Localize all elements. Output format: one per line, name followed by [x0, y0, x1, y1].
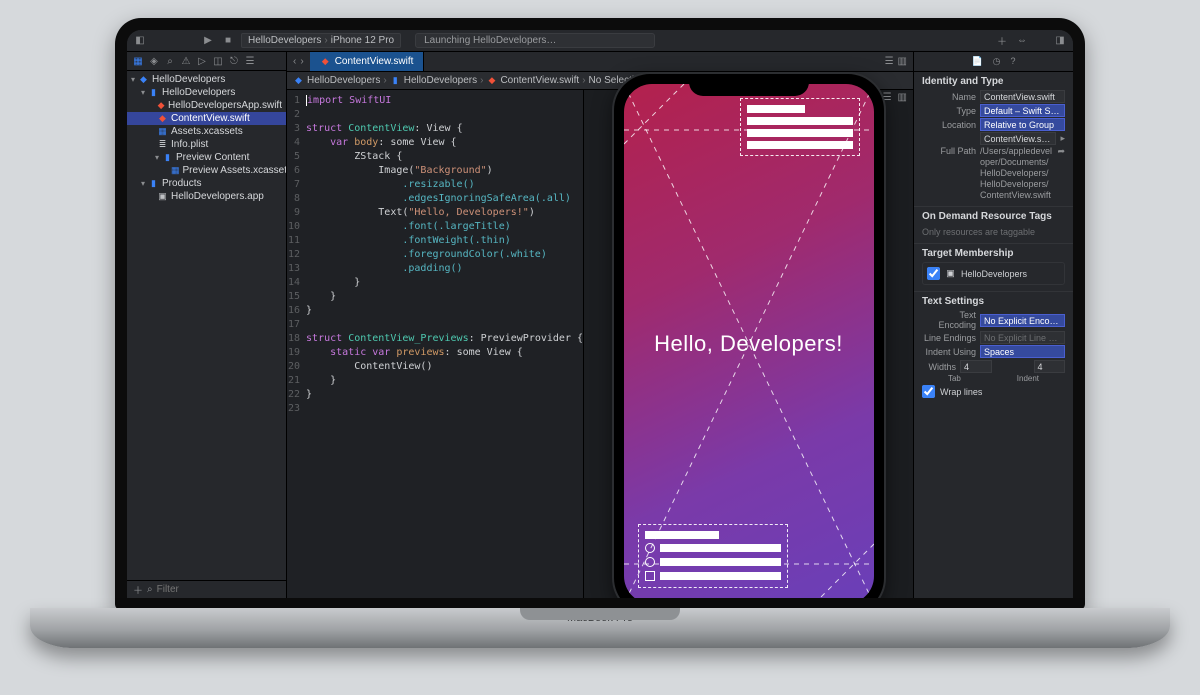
full-path: /Users/appledeveloper/Documents/HelloDev… [980, 146, 1053, 201]
folder-icon: ▮ [148, 178, 159, 189]
tree-file-plist[interactable]: ≣ Info.plist [127, 138, 286, 151]
navigator: ▦ ◈ ⌕ ⚠ ▷ ◫ ⎋ ☰ ▾◆ HelloDevelopers [127, 52, 287, 598]
tree-file-assets[interactable]: ▦ Assets.xcassets [127, 125, 286, 138]
tree-file-product[interactable]: ▣ HelloDevelopers.app [127, 190, 286, 203]
issue-tab-icon[interactable]: ▷ [196, 55, 208, 67]
folder-icon: ▮ [148, 87, 159, 98]
debug-tab-icon[interactable]: ◫ [212, 55, 224, 67]
folder-icon: ▮ [162, 152, 173, 163]
nav-fwd-icon[interactable]: › [300, 56, 303, 67]
folder-icon: ▮ [390, 75, 401, 86]
reveal-in-finder-icon[interactable]: ➦ [1057, 146, 1065, 157]
navigator-footer: ＋ ⌕ ◷ ▣ [127, 580, 286, 598]
editor-tab-bar: ‹ › ◆ ContentView.swift ☰ ▥ [287, 52, 913, 72]
indent-width-field[interactable]: 4 [1034, 360, 1066, 373]
swift-file-icon: ◆ [157, 113, 168, 124]
swift-file-icon: ◆ [320, 56, 331, 67]
scheme-device: iPhone 12 Pro [331, 35, 394, 46]
assets-icon: ▦ [171, 165, 180, 176]
toolbar: ◧ ▶ ■ HelloDevelopers › iPhone 12 Pro La… [127, 30, 1073, 52]
location-file: ContentView.swift [980, 132, 1056, 145]
sidebar-toggle-right-icon[interactable]: ◨ [1053, 34, 1067, 48]
canvas-options-icon[interactable]: ☰ [883, 92, 892, 103]
stop-icon[interactable]: ■ [221, 34, 235, 48]
add-target-icon[interactable]: ＋ [133, 582, 143, 597]
library-icon[interactable]: ⇔ [1015, 34, 1029, 48]
tree-file-contentview[interactable]: ◆ ContentView.swift [127, 112, 286, 125]
simulator-frame: Hello, Developers! [614, 74, 884, 610]
project-tree: ▾◆ HelloDevelopers ▾▮ HelloDevelopers ◆ … [127, 71, 286, 580]
sidebar-toggle-left-icon[interactable]: ◧ [133, 34, 147, 48]
simulator-screen: Hello, Developers! [624, 84, 874, 604]
scheme-selector[interactable]: HelloDevelopers › iPhone 12 Pro [241, 33, 401, 48]
line-gutter: 1 2 3 4 5 6 7 8 9 10 11 12 13 14 15 16 1… [287, 90, 306, 598]
location-popup[interactable]: Relative to Group [980, 118, 1065, 131]
membership-header: Target Membership [922, 248, 1065, 259]
editor-tab[interactable]: ◆ ContentView.swift [310, 52, 425, 71]
project-navigator-tab-icon[interactable]: ▦ [132, 55, 144, 67]
breakpoint-tab-icon[interactable]: ⎋ [228, 55, 240, 67]
inspector: 📄 ◷ ? Identity and Type Name ContentView… [913, 52, 1073, 598]
tree-group-products[interactable]: ▾▮ Products [127, 177, 286, 190]
activity-status: Launching HelloDevelopers… [415, 33, 655, 48]
odr-hint: Only resources are taggable [922, 225, 1065, 239]
filter-icon: ⌕ [147, 584, 153, 595]
reveal-folder-icon[interactable]: ▸ [1060, 133, 1065, 144]
text-settings-header: Text Settings [922, 296, 1065, 307]
swift-file-icon: ◆ [157, 100, 165, 111]
file-name-field[interactable]: ContentView.swift [980, 90, 1065, 103]
history-inspector-tab-icon[interactable]: ◷ [993, 56, 1001, 67]
tree-group-preview[interactable]: ▾▮ Preview Content [127, 151, 286, 164]
add-icon[interactable]: ＋ [995, 34, 1009, 48]
device-notch [689, 74, 809, 96]
source-control-tab-icon[interactable]: ◈ [148, 55, 160, 67]
scheme-name: HelloDevelopers [248, 35, 321, 46]
tree-file-appswift[interactable]: ◆ HelloDevelopersApp.swift [127, 99, 286, 112]
xcode-window: ◧ ▶ ■ HelloDevelopers › iPhone 12 Pro La… [127, 30, 1073, 598]
preview-canvas: ☰ ▥ [583, 90, 913, 598]
find-tab-icon[interactable]: ⚠ [180, 55, 192, 67]
indent-using-popup[interactable]: Spaces [980, 345, 1065, 358]
project-icon: ◆ [138, 74, 149, 85]
wireframe-widget-top [740, 98, 860, 156]
identity-header: Identity and Type [922, 76, 1065, 87]
project-icon: ◆ [293, 75, 304, 86]
navigator-tabs: ▦ ◈ ⌕ ⚠ ▷ ◫ ⎋ ☰ [127, 52, 286, 71]
file-inspector-tab-icon[interactable]: 📄 [971, 56, 982, 67]
inspector-tabs: 📄 ◷ ? [914, 52, 1073, 72]
canvas-split-icon[interactable]: ▥ [898, 92, 907, 103]
wireframe-widget-bottom [638, 524, 788, 588]
odr-header: On Demand Resource Tags [922, 211, 1065, 222]
run-icon[interactable]: ▶ [201, 34, 215, 48]
line-endings-popup[interactable]: No Explicit Line Endings [980, 331, 1065, 344]
filter-input[interactable] [157, 584, 289, 595]
assets-icon: ▦ [157, 126, 168, 137]
symbol-tab-icon[interactable]: ⌕ [164, 55, 176, 67]
editor-options-icon[interactable]: ☰ [885, 56, 894, 67]
plist-icon: ≣ [157, 139, 168, 150]
tree-group-app[interactable]: ▾▮ HelloDevelopers [127, 86, 286, 99]
tab-width-field[interactable]: 4 [960, 360, 992, 373]
adjust-editor-icon[interactable]: ▥ [898, 56, 907, 67]
laptop-base: MacBook Pro [30, 608, 1170, 648]
swift-file-icon: ◆ [486, 75, 497, 86]
code-content[interactable]: import SwiftUI struct ContentView: View … [306, 90, 583, 598]
wrap-lines-checkbox[interactable] [922, 385, 935, 398]
tree-file-preview-assets[interactable]: ▦ Preview Assets.xcassets [127, 164, 286, 177]
app-icon: ▣ [157, 191, 168, 202]
code-editor[interactable]: 1 2 3 4 5 6 7 8 9 10 11 12 13 14 15 16 1… [287, 90, 583, 598]
app-icon: ▣ [945, 268, 956, 279]
target-membership-checkbox[interactable] [927, 267, 940, 280]
help-inspector-tab-icon[interactable]: ? [1011, 56, 1016, 67]
file-type-popup[interactable]: Default – Swift Source [980, 104, 1065, 117]
nav-back-icon[interactable]: ‹ [293, 56, 296, 67]
text-encoding-popup[interactable]: No Explicit Encoding [980, 314, 1065, 327]
report-tab-icon[interactable]: ☰ [244, 55, 256, 67]
tree-project[interactable]: ▾◆ HelloDevelopers [127, 73, 286, 86]
